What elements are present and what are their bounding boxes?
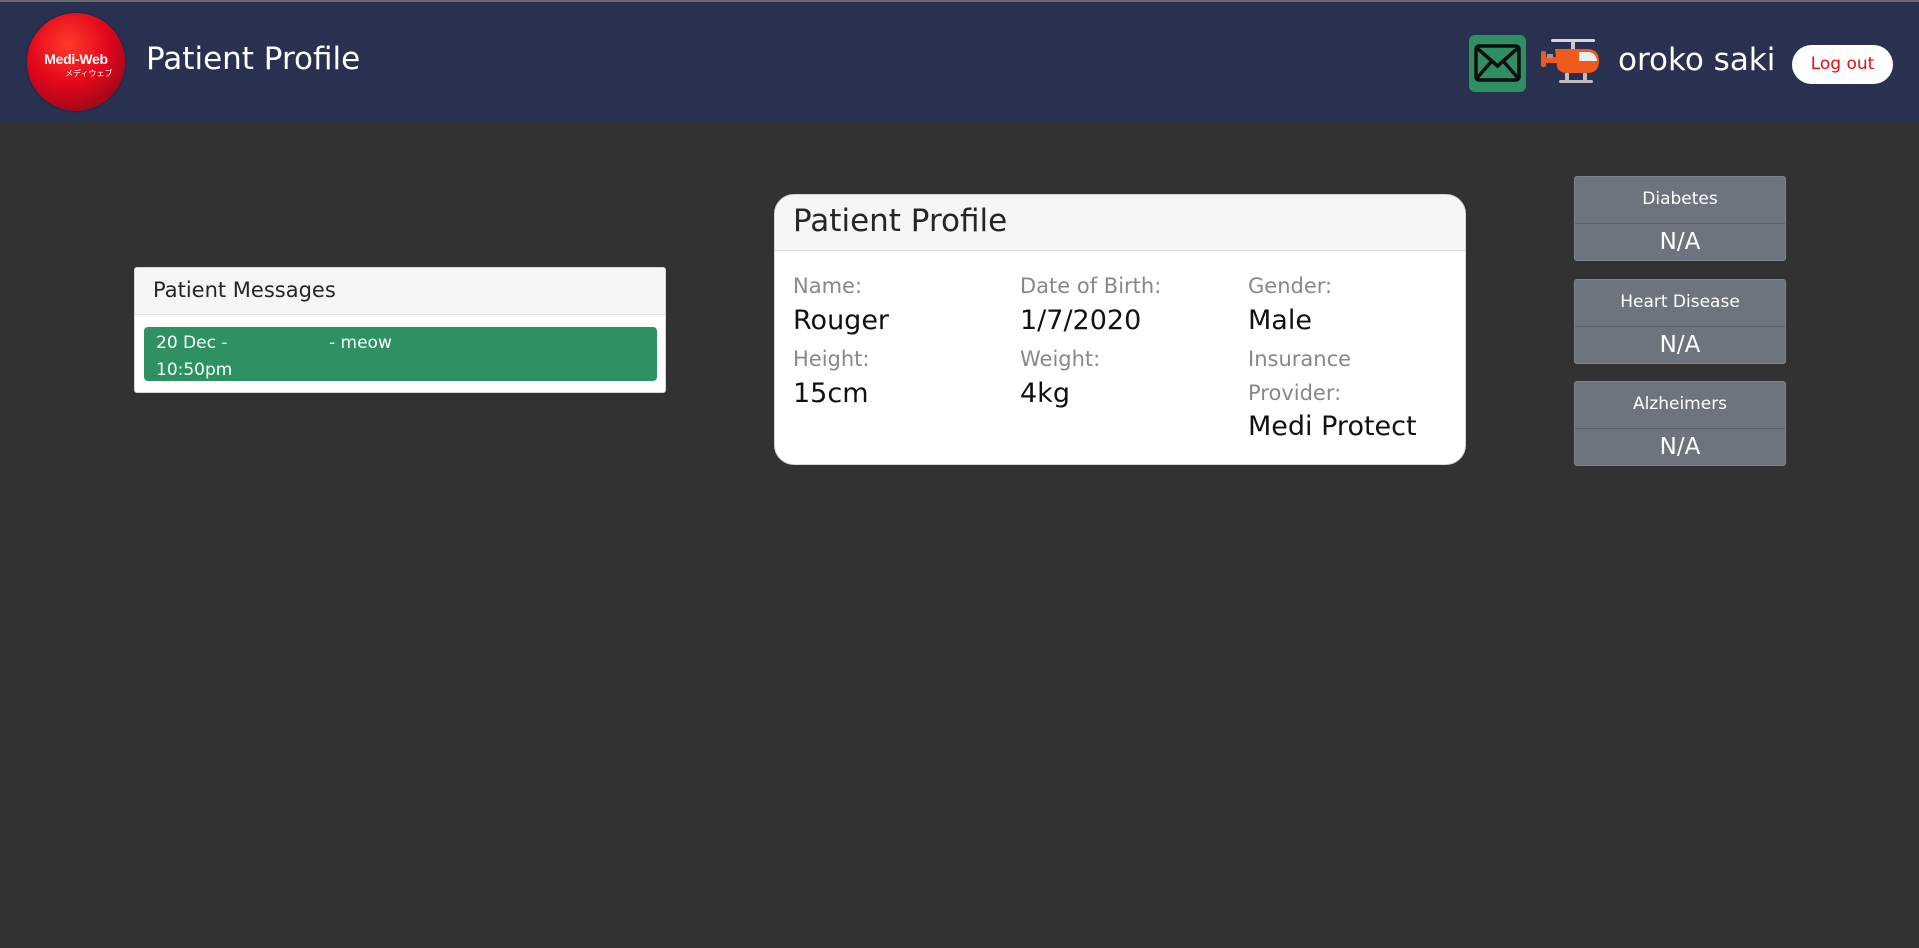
weight-value: 4kg (1020, 378, 1070, 409)
mail-button[interactable] (1469, 35, 1526, 92)
gender-value: Male (1248, 305, 1312, 336)
gender-label: Gender: (1248, 274, 1333, 298)
height-label: Height: (793, 347, 870, 371)
top-navbar: Medi-Web メディウェブ Patient Profile oroko sa… (0, 2, 1919, 121)
condition-value: N/A (1659, 332, 1701, 358)
condition-value: N/A (1659, 434, 1701, 460)
medi-web-logo[interactable]: Medi-Web メディウェブ (27, 13, 125, 111)
name-label: Name: (793, 274, 863, 298)
patient-messages-card: Patient Messages 20 Dec - 10:50pm - meow (134, 267, 666, 393)
insurance-value: Medi Protect (1248, 411, 1417, 442)
logout-button[interactable]: Log out (1792, 45, 1893, 84)
dob-value: 1/7/2020 (1020, 305, 1142, 336)
condition-name: Heart Disease (1575, 280, 1785, 327)
condition-diabetes: Diabetes N/A (1574, 176, 1786, 261)
height-value: 15cm (793, 378, 869, 409)
message-item[interactable]: 20 Dec - 10:50pm - meow (144, 327, 657, 381)
page-title: Patient Profile (146, 41, 361, 77)
logo-subtext: メディウェブ (65, 69, 113, 78)
condition-name: Diabetes (1575, 177, 1785, 224)
logo-text: Medi-Web (44, 51, 108, 67)
user-name[interactable]: oroko saki (1618, 40, 1775, 80)
message-date: 20 Dec - 10:50pm (156, 333, 233, 380)
condition-alzheimers: Alzheimers N/A (1574, 381, 1786, 466)
condition-name: Alzheimers (1575, 382, 1785, 429)
weight-label: Weight: (1020, 347, 1101, 371)
insurance-label: Insurance Provider: (1248, 347, 1352, 405)
patient-messages-title: Patient Messages (135, 268, 665, 315)
dob-label: Date of Birth: (1020, 274, 1162, 298)
condition-value: N/A (1659, 229, 1701, 255)
profile-card-title: Patient Profile (775, 195, 1465, 251)
mail-icon (1474, 44, 1521, 82)
condition-heart-disease: Heart Disease N/A (1574, 279, 1786, 364)
helicopter-icon[interactable] (1541, 37, 1601, 89)
patient-profile-card: Patient Profile Name: Rouger Date of Bir… (774, 194, 1466, 465)
name-value: Rouger (793, 305, 890, 336)
message-text: - meow (329, 333, 392, 353)
